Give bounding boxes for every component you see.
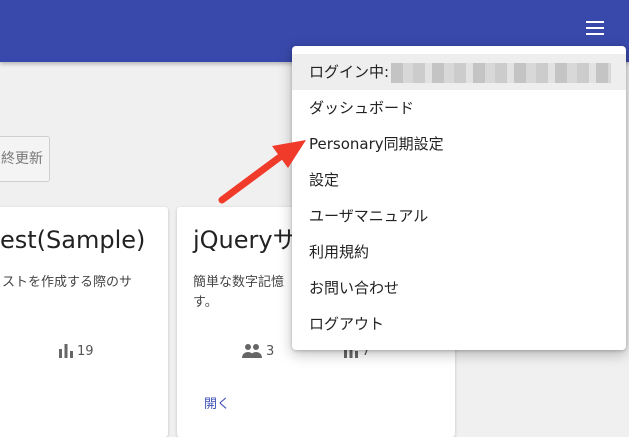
menu-item-personary-sync-settings[interactable]: Personary同期設定: [292, 126, 626, 162]
card-stat-attempts: 19: [58, 343, 94, 359]
menu-item-logged-in-as[interactable]: ログイン中:: [292, 54, 626, 90]
card-title: jQueryサ: [193, 226, 297, 254]
menu-item-logout[interactable]: ログアウト: [292, 306, 626, 342]
menu-item-dashboard[interactable]: ダッシュボード: [292, 90, 626, 126]
content-card: est(Sample) ストを作成する際のサ 19: [0, 207, 168, 437]
menu-item-terms-of-use[interactable]: 利用規約: [292, 234, 626, 270]
redacted-username: [391, 62, 612, 83]
open-button[interactable]: 開く: [204, 393, 230, 412]
card-stat-users: 3: [241, 343, 274, 359]
hamburger-icon: [586, 21, 604, 23]
card-description: ストを作成する際のサ: [2, 275, 133, 290]
card-description: 簡単な数字記憶 す。: [193, 275, 285, 310]
hamburger-menu-button[interactable]: [582, 17, 608, 39]
menu-item-user-manual[interactable]: ユーザマニュアル: [292, 198, 626, 234]
sort-last-updated-button[interactable]: 終更新: [0, 136, 50, 182]
bar-chart-icon: [58, 343, 74, 359]
card-title: est(Sample): [0, 226, 146, 254]
menu-item-contact[interactable]: お問い合わせ: [292, 270, 626, 306]
menu-item-settings[interactable]: 設定: [292, 162, 626, 198]
people-icon: [241, 343, 263, 359]
user-menu-dropdown: ログイン中: ダッシュボード Personary同期設定 設定 ユーザマニュアル…: [292, 46, 626, 350]
annotation-arrow-icon: [214, 134, 310, 210]
